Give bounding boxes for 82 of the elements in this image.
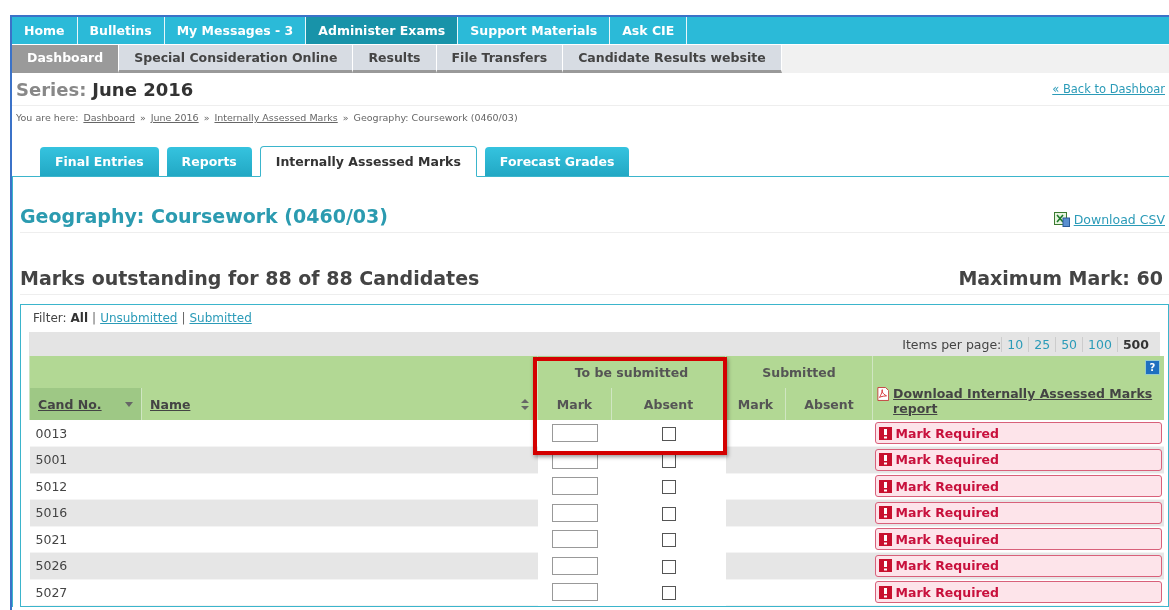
mark-required-badge: Mark Required <box>874 501 1162 524</box>
mark-required-badge: Mark Required <box>874 448 1162 471</box>
absent-checkbox[interactable] <box>661 533 676 547</box>
sort-icon[interactable] <box>521 398 529 410</box>
column-header: Mark <box>725 388 786 420</box>
mark-input[interactable] <box>551 583 598 602</box>
download-csv-link[interactable]: Download CSV <box>1073 212 1165 227</box>
series-label: Series: <box>16 78 87 100</box>
cand-no-cell: 0013 <box>29 420 142 447</box>
filter-separator: | <box>181 311 186 325</box>
page-size-option[interactable]: 25 <box>1028 336 1056 352</box>
page-size-option[interactable]: 500 <box>1116 336 1154 352</box>
column-group-header: Submitted <box>725 356 873 388</box>
filter-separator: | <box>92 311 97 325</box>
breadcrumb-current: Geography: Coursework (0460/03) <box>353 112 518 123</box>
cand-no-cell: 5021 <box>29 526 142 553</box>
filter-option[interactable]: Unsubmitted <box>100 311 178 325</box>
page-size-option[interactable]: 10 <box>1001 336 1029 352</box>
page-size-option[interactable]: 50 <box>1055 336 1083 352</box>
breadcrumb-separator: » <box>342 112 349 123</box>
cand-no-cell: 5027 <box>29 579 142 606</box>
tab[interactable]: Internally Assessed Marks <box>259 146 477 177</box>
mark-required-badge: Mark Required <box>874 528 1162 551</box>
warning-icon <box>878 479 892 493</box>
back-link[interactable]: « Back to Dashboar <box>1052 82 1165 96</box>
warning-icon <box>878 559 892 573</box>
sort-link[interactable]: Cand No. <box>38 396 102 412</box>
filter-option[interactable]: Submitted <box>189 311 252 325</box>
tab[interactable]: Reports <box>166 147 252 176</box>
warning-icon <box>878 453 892 467</box>
warning-icon <box>878 532 892 546</box>
sort-down-icon[interactable] <box>125 401 133 407</box>
subnav-tab[interactable]: Candidate Results website <box>563 45 782 73</box>
mark-input[interactable] <box>551 424 598 443</box>
filter-option[interactable]: All <box>70 311 89 325</box>
cand-no-cell: 5012 <box>29 473 142 500</box>
breadcrumb-separator: » <box>139 112 146 123</box>
breadcrumb-link[interactable]: Dashboard <box>83 112 135 123</box>
series-value: June 2016 <box>92 78 194 100</box>
items-per-page-label: Items per page: <box>902 336 1002 352</box>
absent-checkbox[interactable] <box>661 506 676 521</box>
tab[interactable]: Forecast Grades <box>484 147 630 176</box>
cand-no-cell: 5001 <box>29 446 142 473</box>
mark-required-badge: Mark Required <box>874 554 1162 577</box>
absent-checkbox[interactable] <box>661 480 676 494</box>
mark-input[interactable] <box>551 477 598 496</box>
absent-checkbox[interactable] <box>661 586 676 600</box>
spreadsheet-icon <box>1053 212 1070 227</box>
nav-tab[interactable]: Administer Exams <box>306 17 459 44</box>
page-size-option[interactable]: 100 <box>1082 336 1117 352</box>
absent-checkbox[interactable] <box>661 559 676 574</box>
tab[interactable]: Final Entries <box>40 147 159 176</box>
cand-no-cell: 5016 <box>29 499 142 526</box>
subnav-tab[interactable]: Special Consideration Online <box>119 45 354 73</box>
breadcrumb-link[interactable]: June 2016 <box>150 112 199 123</box>
breadcrumb-link[interactable]: Internally Assessed Marks <box>214 112 338 123</box>
subnav-tab[interactable]: Results <box>353 45 437 73</box>
filter-label: Filter: <box>33 311 67 325</box>
subnav-tab[interactable]: Dashboard <box>12 45 120 73</box>
mark-input[interactable] <box>551 556 598 575</box>
download-report-link[interactable]: Download Internally Assessed Marks report <box>893 386 1158 416</box>
warning-icon <box>878 506 892 520</box>
absent-checkbox[interactable] <box>661 427 676 441</box>
pdf-icon <box>877 386 890 402</box>
column-header: Mark <box>537 388 612 420</box>
maximum-mark: Maximum Mark: 60 <box>958 267 1163 289</box>
warning-icon <box>878 426 892 440</box>
mark-required-badge: Mark Required <box>874 581 1162 604</box>
breadcrumb-separator: » <box>203 112 210 123</box>
subnav-tab[interactable]: File Transfers <box>436 45 564 73</box>
mark-input[interactable] <box>551 530 598 549</box>
warning-icon <box>878 585 892 599</box>
sort-link[interactable]: Name <box>150 396 191 412</box>
mark-input[interactable] <box>551 503 598 522</box>
help-icon[interactable]: ? <box>1145 360 1160 375</box>
column-header: Absent <box>785 388 873 420</box>
breadcrumb-prefix: You are here: <box>16 112 79 123</box>
mark-required-badge: Mark Required <box>874 475 1162 498</box>
subject-title: Geography: Coursework (0460/03) <box>20 205 388 227</box>
outstanding-heading: Marks outstanding for 88 of 88 Candidates <box>20 267 480 289</box>
cand-no-cell: 5026 <box>29 552 142 579</box>
mark-required-badge: Mark Required <box>874 422 1162 444</box>
